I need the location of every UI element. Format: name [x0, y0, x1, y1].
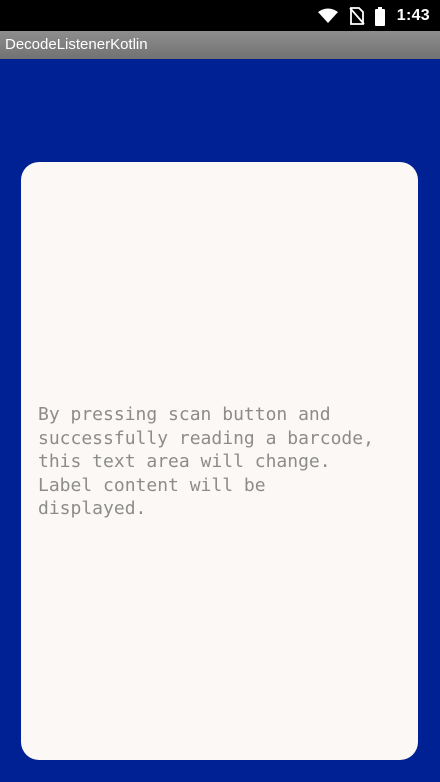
battery-icon: [374, 6, 385, 26]
app-title: DecodeListenerKotlin: [5, 36, 148, 53]
status-icons: 1:43: [317, 4, 430, 28]
clock: 1:43: [396, 7, 430, 24]
result-text-area: By pressing scan button and successfully…: [38, 404, 374, 519]
status-bar: 1:43: [0, 0, 440, 31]
wifi-icon: [317, 8, 339, 24]
no-sim-icon: [349, 7, 365, 25]
app-bar: DecodeListenerKotlin: [0, 31, 440, 59]
result-card: By pressing scan button and successfully…: [21, 162, 418, 760]
